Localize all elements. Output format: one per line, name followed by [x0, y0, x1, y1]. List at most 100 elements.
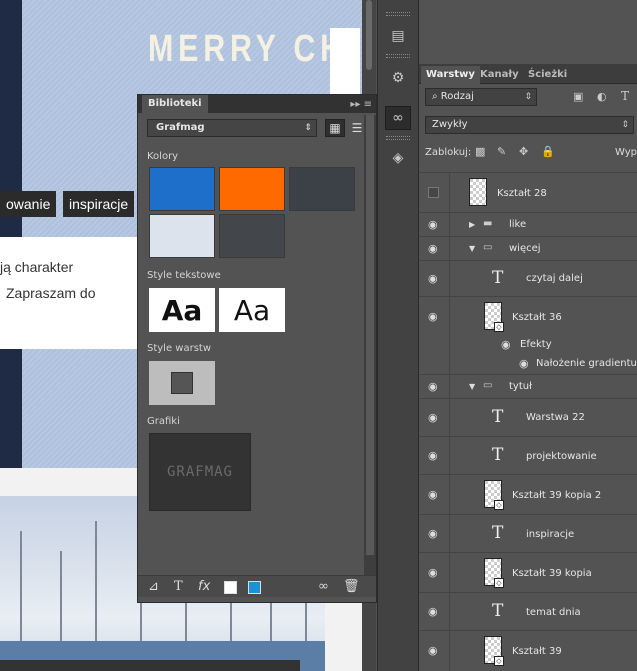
color-swatch[interactable]	[289, 167, 355, 211]
color-swatch[interactable]	[149, 167, 215, 211]
eye-icon[interactable]: ◉	[428, 218, 438, 231]
tag-inspiracje: inspiracje	[63, 191, 135, 217]
eye-icon[interactable]: ◉	[428, 644, 438, 657]
panel-dock	[377, 0, 419, 671]
expand-icon[interactable]: ▶	[469, 220, 475, 229]
text-style-sample[interactable]: Aa	[219, 288, 285, 332]
eye-icon[interactable]: ◉	[428, 310, 438, 323]
eye-icon[interactable]: ◉	[428, 411, 438, 424]
graphic-grafmag[interactable]: GRAFMAG	[149, 433, 251, 511]
hero-edge	[0, 0, 22, 468]
eye-icon[interactable]: ◉	[428, 380, 438, 393]
dock-grip[interactable]	[386, 136, 410, 140]
collapse-icon[interactable]: ▼	[469, 244, 475, 253]
layer-row[interactable]: ◉ T projektowanie	[419, 436, 637, 474]
layer-row[interactable]: ◉ ◇ Kształt 39 kopia	[419, 552, 637, 592]
eye-icon[interactable]: ◉	[428, 488, 438, 501]
section-text-styles: Style tekstowe	[147, 270, 221, 281]
layer-row[interactable]: ◉ T Warstwa 22	[419, 398, 637, 436]
layer-thumbnail	[469, 178, 487, 206]
layer-name: czytaj dalej	[526, 273, 583, 284]
layer-thumbnail: ◇	[484, 480, 504, 510]
fill-label: Wype	[615, 147, 637, 158]
collapse-icon[interactable]: ▼	[469, 382, 475, 391]
blend-mode-dropdown[interactable]: Zwykły ⇕	[425, 116, 634, 134]
layer-row[interactable]: ◉ ◇ Kształt 36	[419, 296, 637, 336]
stepper-icon: ⇕	[524, 92, 532, 102]
creative-cloud-icon[interactable]: ∞	[318, 579, 329, 595]
add-layer-style-icon[interactable]: fx	[198, 579, 210, 595]
lock-transparency-icon[interactable]: ▩	[475, 145, 485, 158]
visibility-toggle[interactable]	[428, 187, 439, 198]
eye-icon[interactable]: ◉	[428, 449, 438, 462]
shape-badge-icon: ◇	[494, 500, 504, 510]
layer-row[interactable]: ◉ T czytaj dalej	[419, 260, 637, 296]
eye-icon[interactable]: ◉	[428, 605, 438, 618]
layer-row[interactable]: ◉ ◇ Kształt 39	[419, 630, 637, 671]
calendar-icon[interactable]: ▤	[385, 24, 411, 48]
layer-name: Nałożenie gradientu	[536, 358, 637, 369]
add-fill-color-button[interactable]	[224, 581, 237, 594]
panel-menu-icon[interactable]: ▸▸ ≡	[350, 99, 372, 110]
libraries-icon[interactable]: ∞	[385, 106, 411, 130]
adjustments-icon[interactable]: ⚙	[385, 66, 411, 90]
shape-badge-icon: ◇	[494, 656, 504, 666]
layer-row[interactable]: ◉ ▼ ▭ tytuł	[419, 374, 637, 398]
color-swatch[interactable]	[219, 214, 285, 258]
layer-row[interactable]: ◉ ◇ Kształt 39 kopia 2	[419, 474, 637, 514]
eye-icon[interactable]: ◉	[428, 272, 438, 285]
layer-style-sample[interactable]	[149, 361, 215, 405]
eye-icon[interactable]: ◉	[428, 566, 438, 579]
library-dropdown[interactable]: Grafmag ⇕	[147, 119, 317, 137]
adjustment-filter-icon[interactable]: ◐	[597, 90, 607, 103]
canvas-scroll-thumb[interactable]	[366, 0, 372, 70]
layer-name: Kształt 39 kopia	[512, 568, 592, 579]
color-swatch[interactable]	[219, 167, 285, 211]
lock-position-icon[interactable]: ✥	[519, 145, 528, 158]
dock-grip[interactable]	[386, 12, 410, 16]
section-colors: Kolory	[147, 151, 179, 162]
layer-row[interactable]: Kształt 28	[419, 172, 637, 212]
effects-row[interactable]: ◉ Efekty	[419, 336, 637, 354]
eye-icon[interactable]: ◉	[428, 527, 438, 540]
libraries-header: Biblioteki ▸▸ ≡	[138, 95, 376, 113]
layer-row[interactable]: ◉ ▼ ▭ więcej	[419, 236, 637, 260]
layer-name: Kształt 28	[497, 188, 547, 199]
dock-grip[interactable]	[386, 54, 410, 58]
trash-icon[interactable]: 🗑	[343, 579, 360, 595]
layer-name: Efekty	[520, 339, 552, 350]
add-stroke-color-button[interactable]	[248, 581, 261, 594]
lock-paint-icon[interactable]: ✎	[497, 145, 506, 158]
image-filter-icon[interactable]: ▣	[573, 90, 583, 103]
cube-icon[interactable]: ◈	[385, 146, 411, 170]
text-layer-icon: T	[492, 268, 504, 288]
grid-view-button[interactable]: ▦	[325, 119, 345, 137]
tab-paths[interactable]: Ścieżki	[523, 66, 572, 84]
add-graphic-icon[interactable]: ⊿	[148, 579, 159, 595]
add-text-style-icon[interactable]: T	[174, 579, 183, 595]
libraries-tab[interactable]: Biblioteki	[142, 95, 208, 113]
libraries-scroll-thumb[interactable]	[366, 115, 374, 555]
text-filter-icon[interactable]: T	[621, 89, 629, 103]
color-swatch[interactable]	[149, 214, 215, 258]
excerpt-line: ją charakter	[0, 259, 74, 275]
effect-row[interactable]: ◉ Nałożenie gradientu	[419, 354, 637, 374]
filter-type-value: Rodzaj	[440, 91, 474, 102]
shape-badge-icon: ◇	[494, 578, 504, 588]
lock-all-icon[interactable]: 🔒	[541, 145, 555, 158]
tab-layers[interactable]: Warstwy	[421, 66, 480, 84]
layer-row[interactable]: ◉ ▶ ▬ like	[419, 212, 637, 236]
eye-icon[interactable]: ◉	[519, 357, 529, 370]
eye-icon[interactable]: ◉	[501, 338, 511, 351]
stepper-icon: ⇕	[304, 123, 312, 133]
tab-channels[interactable]: Kanały	[475, 66, 524, 84]
tag-projektowanie: owanie	[0, 191, 57, 217]
filter-type-dropdown[interactable]: ⌕ Rodzaj ⇕	[425, 88, 537, 106]
eye-icon[interactable]: ◉	[428, 242, 438, 255]
layer-name: temat dnia	[526, 607, 581, 618]
layer-thumbnail: ◇	[484, 558, 504, 588]
layer-row[interactable]: ◉ T temat dnia	[419, 592, 637, 630]
text-style-sample[interactable]: Aa	[149, 288, 215, 332]
layer-row[interactable]: ◉ T inspiracje	[419, 514, 637, 552]
text-layer-icon: T	[492, 523, 504, 543]
